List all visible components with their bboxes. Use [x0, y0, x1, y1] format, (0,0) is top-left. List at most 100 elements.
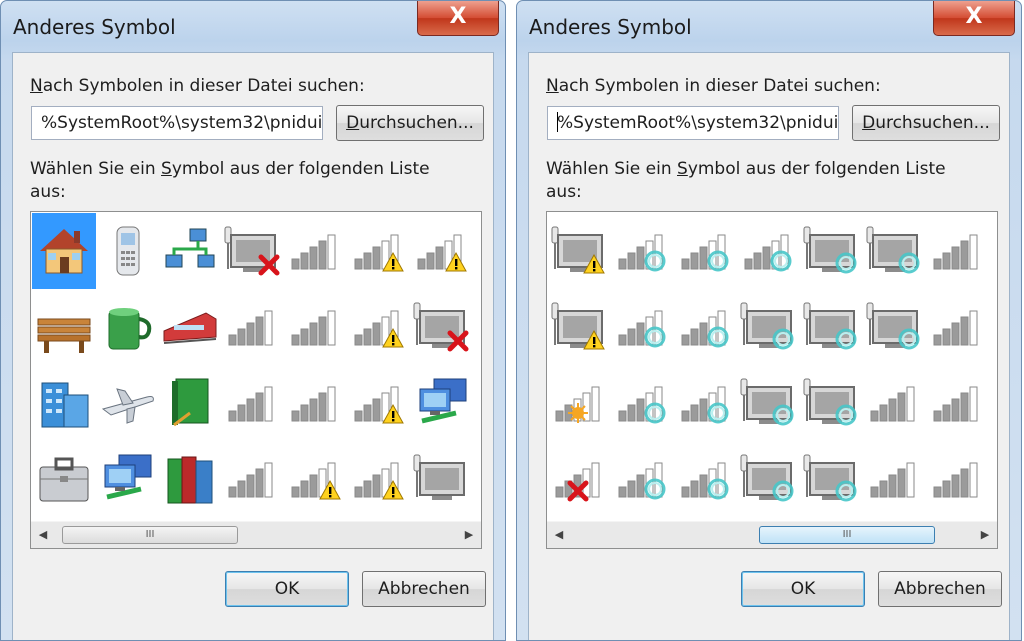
icon-option[interactable]: [737, 289, 801, 365]
icon-option[interactable]: [674, 441, 738, 517]
signal-bars-icon: [928, 221, 988, 281]
monitor-busy-icon: [739, 449, 799, 509]
icon-option[interactable]: [158, 213, 222, 289]
icon-option[interactable]: [347, 213, 411, 289]
icon-option[interactable]: [674, 213, 738, 289]
search-file-label: Nach Symbolen in dieser Datei suchen:: [546, 76, 881, 96]
icon-option[interactable]: [95, 213, 159, 289]
house-icon: [34, 221, 94, 281]
dialog-client-area: Nach Symbolen in dieser Datei suchen: %S…: [528, 52, 1010, 640]
browse-button[interactable]: Durchsuchen...: [336, 105, 484, 141]
icon-option[interactable]: [863, 365, 927, 441]
browse-button[interactable]: Durchsuchen...: [852, 105, 1000, 141]
icon-option[interactable]: [347, 365, 411, 441]
cancel-button[interactable]: Abbrechen: [878, 571, 1002, 607]
scroll-right-button[interactable]: ▶: [973, 522, 997, 548]
icon-option[interactable]: [674, 365, 738, 441]
icon-option[interactable]: [32, 365, 96, 441]
monitor-busy-icon: [865, 297, 925, 357]
icon-option[interactable]: [863, 289, 927, 365]
icon-option[interactable]: [863, 441, 927, 517]
icon-option[interactable]: [611, 289, 675, 365]
icon-option[interactable]: [800, 289, 864, 365]
icon-option[interactable]: [800, 441, 864, 517]
monitor-warning-icon: [550, 221, 610, 281]
close-icon: X: [965, 4, 983, 29]
airplane-icon: [97, 373, 157, 433]
icon-list[interactable]: ◀ III ▶: [30, 211, 482, 549]
icon-option[interactable]: [32, 289, 96, 365]
icon-option[interactable]: [158, 289, 222, 365]
cancel-button[interactable]: Abbrechen: [362, 571, 486, 607]
monitor-disconnected-icon: [412, 297, 472, 357]
icon-option[interactable]: [548, 365, 612, 441]
icon-option[interactable]: [95, 441, 159, 517]
icon-option[interactable]: [221, 441, 285, 517]
icon-option[interactable]: [221, 213, 285, 289]
scroll-thumb[interactable]: III: [759, 526, 935, 544]
icon-option[interactable]: [548, 213, 612, 289]
monitor-busy-icon: [739, 373, 799, 433]
file-path-input[interactable]: %SystemRoot%\system32\pnidui.d: [547, 106, 839, 140]
icon-option[interactable]: [611, 441, 675, 517]
signal-bars-icon: [223, 297, 283, 357]
scroll-thumb[interactable]: III: [62, 526, 238, 544]
icon-option[interactable]: [32, 213, 96, 289]
icon-option[interactable]: [926, 213, 990, 289]
signal-warning-icon: [349, 373, 409, 433]
signal-busy-icon: [613, 297, 673, 357]
icon-option[interactable]: [221, 365, 285, 441]
arrow-right-icon: ▶: [464, 528, 474, 541]
icon-option[interactable]: [32, 441, 96, 517]
signal-bars-icon: [928, 373, 988, 433]
signal-warning-icon: [349, 221, 409, 281]
icon-option[interactable]: [737, 441, 801, 517]
scroll-left-button[interactable]: ◀: [547, 522, 571, 548]
ok-button[interactable]: OK: [741, 571, 865, 607]
icon-option[interactable]: [347, 289, 411, 365]
icon-option[interactable]: [95, 289, 159, 365]
monitor-busy-icon: [802, 373, 862, 433]
icon-option[interactable]: [284, 365, 348, 441]
file-path-input[interactable]: %SystemRoot%\system32\pnidui.d: [31, 106, 323, 140]
icon-option[interactable]: [611, 365, 675, 441]
icon-option[interactable]: [674, 289, 738, 365]
close-button[interactable]: X: [933, 1, 1015, 36]
icon-option[interactable]: [926, 441, 990, 517]
icon-option[interactable]: [548, 441, 612, 517]
scroll-right-button[interactable]: ▶: [457, 522, 481, 548]
icon-option[interactable]: [863, 213, 927, 289]
change-icon-dialog-right: Anderes Symbol X Nach Symbolen in dieser…: [516, 0, 1022, 641]
icon-option[interactable]: [800, 213, 864, 289]
horizontal-scrollbar[interactable]: ◀ III ▶: [547, 521, 997, 548]
scroll-left-button[interactable]: ◀: [31, 522, 55, 548]
network-icon: [160, 221, 220, 281]
icon-option[interactable]: [158, 365, 222, 441]
icon-option[interactable]: [548, 289, 612, 365]
monitor-busy-icon: [739, 297, 799, 357]
icon-option[interactable]: [410, 365, 474, 441]
icon-option[interactable]: [800, 365, 864, 441]
ok-button[interactable]: OK: [225, 571, 349, 607]
icon-option[interactable]: [410, 213, 474, 289]
dialog-client-area: Nach Symbolen in dieser Datei suchen: %S…: [12, 52, 494, 640]
icon-option[interactable]: [95, 365, 159, 441]
icon-option[interactable]: [926, 289, 990, 365]
signal-busy-icon: [613, 373, 673, 433]
icon-option[interactable]: [158, 441, 222, 517]
icon-list[interactable]: ◀ III ▶: [546, 211, 998, 549]
icon-option[interactable]: [221, 289, 285, 365]
icon-option[interactable]: [347, 441, 411, 517]
close-button[interactable]: X: [417, 1, 499, 36]
signal-bars-icon: [286, 297, 346, 357]
icon-option[interactable]: [284, 441, 348, 517]
icon-option[interactable]: [410, 441, 474, 517]
icon-option[interactable]: [284, 289, 348, 365]
icon-option[interactable]: [284, 213, 348, 289]
horizontal-scrollbar[interactable]: ◀ III ▶: [31, 521, 481, 548]
icon-option[interactable]: [926, 365, 990, 441]
icon-option[interactable]: [737, 365, 801, 441]
icon-option[interactable]: [737, 213, 801, 289]
icon-option[interactable]: [611, 213, 675, 289]
icon-option[interactable]: [410, 289, 474, 365]
